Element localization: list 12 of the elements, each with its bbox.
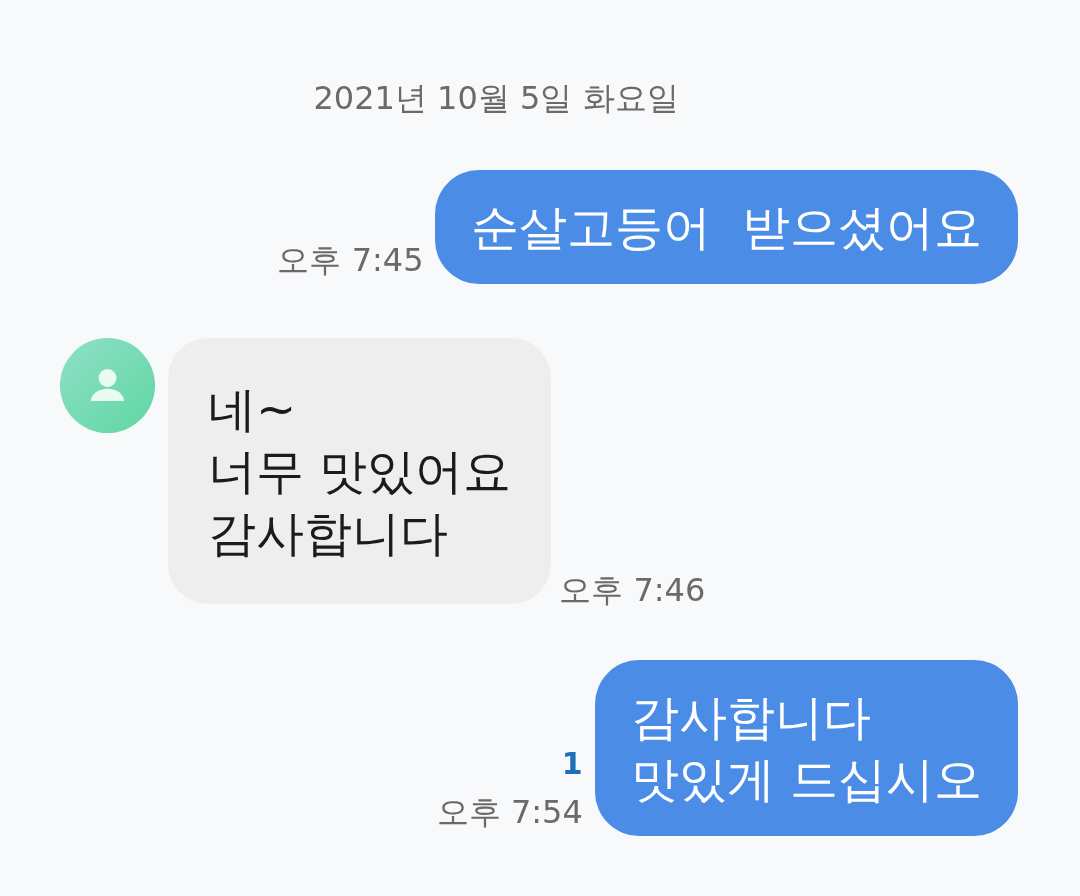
message-text: 너무 맛있어요 <box>208 442 512 501</box>
message-text: 감사합니다 <box>208 504 449 563</box>
date-header: 2021년 10월 5일 화요일 <box>313 78 679 119</box>
message-time: 오후 7:54 <box>436 792 583 832</box>
message-time: 오후 7:45 <box>277 240 424 280</box>
message-text: 맛있게 드십시오 <box>630 750 982 809</box>
message-time: 오후 7:46 <box>559 570 706 610</box>
unread-count: 1 <box>561 745 583 783</box>
message-text: 순살고등어 받으셨어요 <box>471 198 982 257</box>
message-text: 네~ <box>208 380 298 439</box>
avatar-icon <box>60 338 155 433</box>
message-text: 감사합니다 <box>630 688 872 747</box>
